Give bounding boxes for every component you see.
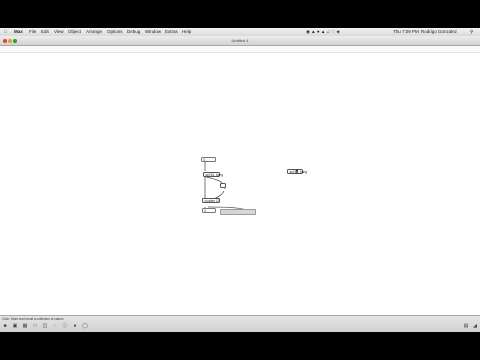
menu-help[interactable]: Help bbox=[182, 28, 191, 36]
menu-arrange[interactable]: Arrange bbox=[86, 28, 102, 36]
clock: Thu 7:09 PM bbox=[393, 29, 419, 34]
search-icon[interactable]: ⚲ bbox=[470, 28, 473, 36]
patch-canvas[interactable]: 0 set $1, bang set $1, bang counter 10 0 bbox=[0, 53, 480, 315]
apple-icon[interactable]:  bbox=[4, 28, 7, 36]
app-menu[interactable]: Max bbox=[14, 28, 23, 36]
menu-object[interactable]: Object bbox=[68, 28, 81, 36]
mouse-cursor-icon bbox=[296, 170, 298, 174]
menu-file[interactable]: File bbox=[29, 28, 36, 36]
lock-icon[interactable]: ■ bbox=[2, 323, 8, 329]
message-box-left[interactable]: set $1, bang bbox=[203, 172, 223, 177]
menu-debug[interactable]: Debug bbox=[127, 28, 140, 36]
patcher-toolbar bbox=[0, 46, 480, 53]
patch-cords bbox=[204, 161, 254, 214]
number-box-bottom[interactable]: 0 bbox=[202, 208, 216, 213]
counter-object[interactable]: counter 10 bbox=[202, 198, 220, 203]
pin-icon[interactable]: ● bbox=[72, 323, 78, 329]
horizontal-slider[interactable] bbox=[220, 209, 256, 215]
grid-icon[interactable]: ▦ bbox=[22, 323, 28, 329]
window-title: Untitled 4 bbox=[231, 38, 249, 43]
menu-window[interactable]: Window bbox=[145, 28, 161, 36]
menu-extras[interactable]: Extras bbox=[165, 28, 178, 36]
fit-icon[interactable]: ◫ bbox=[42, 323, 48, 329]
sidebar-icon[interactable]: ▤ bbox=[463, 323, 469, 329]
bang-object[interactable] bbox=[220, 183, 226, 188]
resize-icon[interactable]: ◢ bbox=[472, 323, 478, 329]
new-object-icon[interactable]: □ bbox=[32, 323, 38, 329]
screen:  Max File Edit View Object Arrange Opti… bbox=[0, 28, 480, 332]
status-bar: Click: Store and recall a collection of … bbox=[0, 315, 480, 332]
presentation-icon[interactable]: ▣ bbox=[12, 323, 18, 329]
menu-view[interactable]: View bbox=[54, 28, 64, 36]
menu-options[interactable]: Options bbox=[107, 28, 123, 36]
message-box-right[interactable]: set $1, bang bbox=[287, 169, 307, 174]
status-icons: ◉ ▲ ● ▲ ♫ ♡ ◈ bbox=[306, 29, 340, 34]
status-hint: Click: Store and recall a collection of … bbox=[2, 317, 64, 321]
user-name[interactable]: Rodrigo Gonzalez bbox=[421, 28, 457, 36]
number-box-top[interactable]: 0 bbox=[201, 157, 216, 162]
inspector-icon[interactable]: ⓘ bbox=[62, 323, 68, 329]
menu-edit[interactable]: Edit bbox=[41, 28, 49, 36]
window-titlebar: Untitled 4 bbox=[0, 36, 480, 46]
audio-icon[interactable]: ◯ bbox=[82, 323, 88, 329]
debug-icon[interactable]: ◌ bbox=[52, 323, 58, 329]
